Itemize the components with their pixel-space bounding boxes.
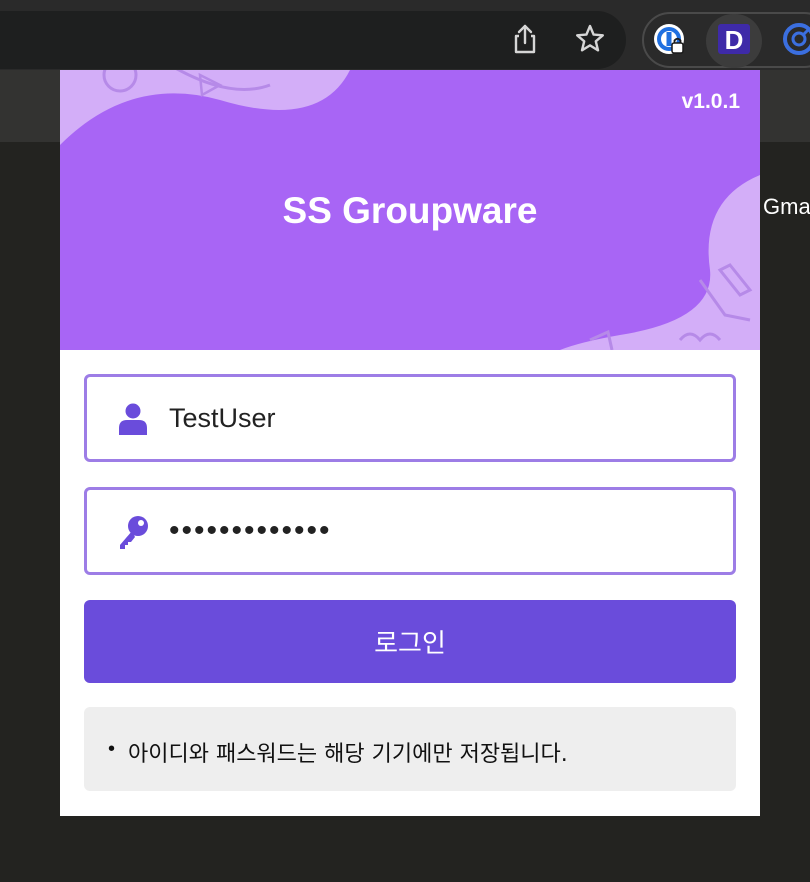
background-page-text: Gma bbox=[763, 194, 810, 219]
user-icon bbox=[115, 401, 151, 437]
share-icon[interactable] bbox=[508, 22, 542, 56]
version-label: v1.0.1 bbox=[681, 90, 740, 113]
header-banner: v1.0.1 SS Groupware bbox=[60, 70, 760, 350]
star-icon[interactable] bbox=[573, 22, 607, 56]
username-value: TestUser bbox=[169, 403, 276, 433]
key-icon bbox=[115, 514, 151, 550]
app-title: SS Groupware bbox=[282, 190, 538, 231]
password-field[interactable]: ••••••••••••• bbox=[84, 487, 736, 575]
notice-box: • 아이디와 패스워드는 해당 기기에만 저장됩니다. bbox=[84, 707, 736, 791]
notice-bullet: • bbox=[108, 738, 116, 760]
password-manager-icon[interactable] bbox=[650, 20, 688, 58]
username-field[interactable]: TestUser bbox=[84, 374, 736, 462]
d-extension-icon[interactable]: D bbox=[715, 20, 753, 58]
notice-text: 아이디와 패스워드는 해당 기기에만 저장됩니다. bbox=[128, 742, 568, 767]
blue-extension-icon[interactable] bbox=[780, 20, 810, 58]
password-masked-value: ••••••••••••• bbox=[169, 514, 332, 547]
browser-toolbar: D bbox=[0, 0, 810, 70]
login-button[interactable]: 로그인 bbox=[84, 600, 736, 683]
extension-popup: v1.0.1 SS Groupware TestUser •••••••••••… bbox=[60, 70, 760, 816]
d-extension-letter: D bbox=[725, 25, 744, 55]
